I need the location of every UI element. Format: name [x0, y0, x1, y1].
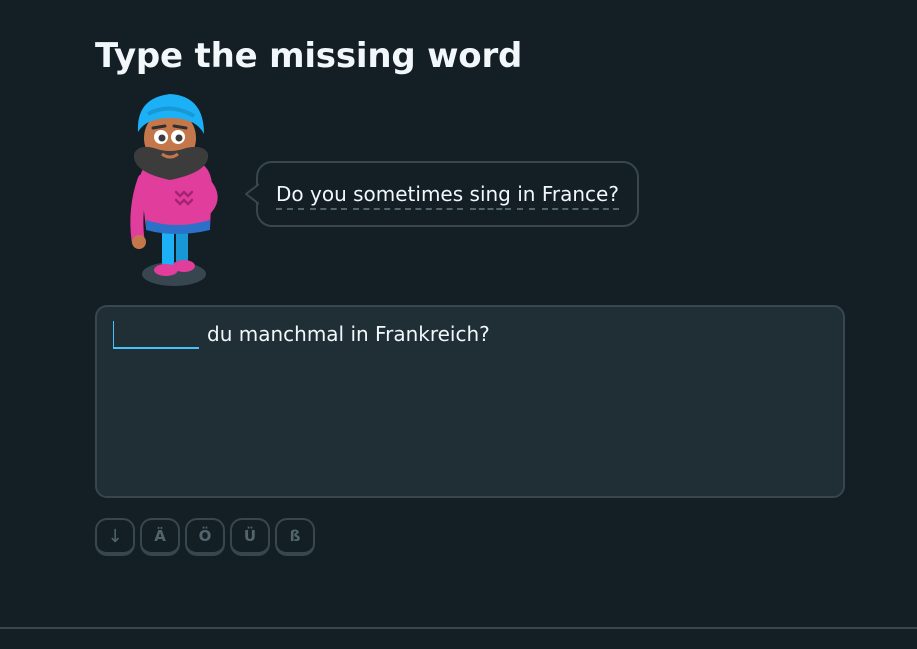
hint-word[interactable]: France?: [541, 182, 619, 210]
answer-sentence: du manchmal in Frankreich?: [113, 321, 490, 349]
key-a-umlaut[interactable]: Ä: [140, 518, 180, 556]
exercise-page: Type the missing word Do you sometimes s…: [0, 0, 917, 649]
hint-word[interactable]: sing: [469, 182, 511, 210]
prompt-sentence: Do you sometimes sing in France?: [276, 182, 619, 210]
hint-word[interactable]: Do: [276, 182, 304, 210]
page-title: Type the missing word: [95, 36, 523, 76]
hint-word[interactable]: in: [517, 182, 536, 210]
hint-word[interactable]: you: [310, 182, 347, 210]
special-character-keys: ↓ Ä Ö Ü ß: [95, 518, 315, 556]
answer-box: du manchmal in Frankreich?: [95, 305, 845, 498]
sentence-continuation: du manchmal in Frankreich?: [207, 322, 490, 346]
footer-divider: [0, 627, 917, 629]
missing-word-input[interactable]: [113, 321, 199, 349]
collapse-keys-button[interactable]: ↓: [95, 518, 135, 556]
hint-word[interactable]: sometimes: [353, 182, 464, 210]
speech-bubble-tail: [245, 183, 269, 205]
speech-bubble: Do you sometimes sing in France?: [245, 161, 639, 227]
key-eszett[interactable]: ß: [275, 518, 315, 556]
key-o-umlaut[interactable]: Ö: [185, 518, 225, 556]
key-u-umlaut[interactable]: Ü: [230, 518, 270, 556]
character-illustration: [130, 94, 218, 286]
